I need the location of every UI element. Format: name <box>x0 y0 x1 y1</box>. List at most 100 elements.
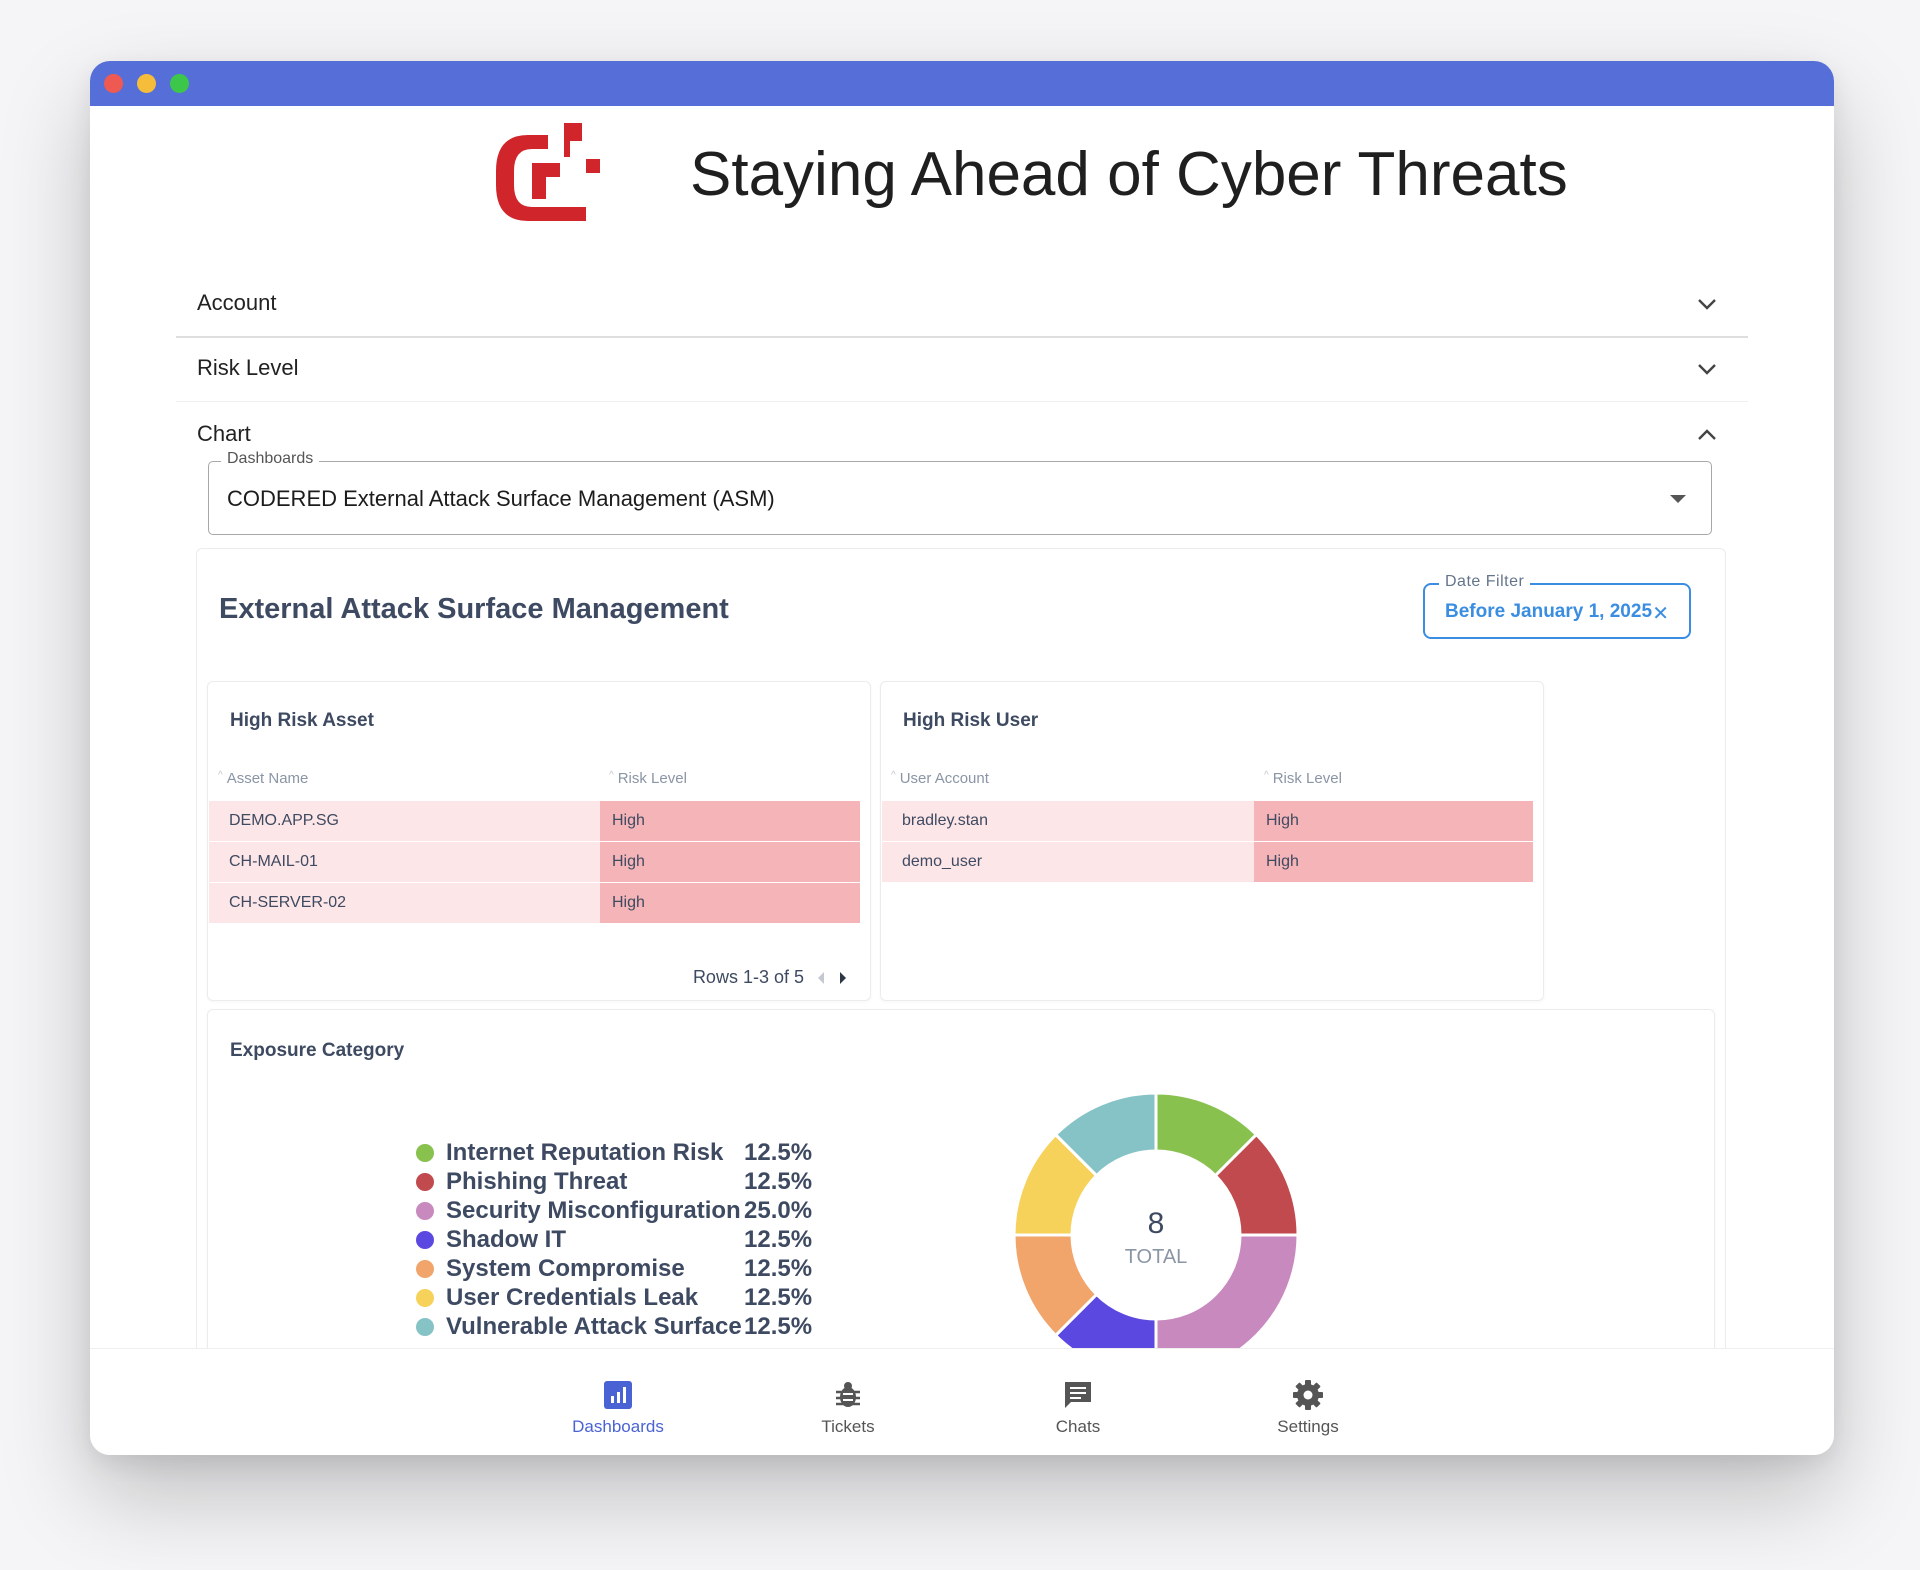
previous-page-icon[interactable] <box>816 971 826 985</box>
legend-item[interactable]: Phishing Threat 12.5% <box>416 1167 812 1196</box>
codered-logo <box>496 123 600 221</box>
legend-item[interactable]: Internet Reputation Risk 12.5% <box>416 1138 812 1167</box>
chevron-down-icon <box>1698 299 1716 310</box>
nav-settings-label: Settings <box>1277 1417 1339 1436</box>
sort-icon: ^ <box>218 770 223 781</box>
accordion-risk-level[interactable]: Risk Level <box>176 336 1748 400</box>
date-filter-label: Date Filter <box>1439 573 1531 591</box>
legend-item[interactable]: User Credentials Leak 12.5% <box>416 1283 812 1312</box>
accordion-chart-label: Chart <box>197 421 251 446</box>
dashboards-select[interactable]: Dashboards CODERED External Attack Surfa… <box>208 450 1712 535</box>
accordion-account-label: Account <box>197 290 277 315</box>
bug-icon <box>836 1382 860 1407</box>
pagination: Rows 1-3 of 5 <box>693 967 848 988</box>
nav-chats[interactable]: Chats <box>998 1377 1158 1437</box>
risk-level-cell: High <box>600 801 860 841</box>
chart-legend: Internet Reputation Risk 12.5% Phishing Th… <box>416 1138 812 1341</box>
accordion-account[interactable]: Account <box>176 271 1748 335</box>
donut-total-label: TOTAL <box>1125 1246 1188 1268</box>
app-title: Staying Ahead of Cyber Threats <box>690 140 1568 209</box>
app-window: Staying Ahead of Cyber Threats Account R… <box>90 61 1834 1455</box>
asset-name-cell: CH-SERVER-02 <box>209 883 600 923</box>
legend-label: System Compromise <box>446 1254 685 1282</box>
sort-icon: ^ <box>1264 770 1269 781</box>
donut-total-value: 8 <box>1148 1207 1165 1240</box>
nav-settings[interactable]: Settings <box>1228 1377 1388 1437</box>
risk-level-cell: High <box>600 842 860 882</box>
gear-icon <box>1293 1380 1323 1410</box>
table-row[interactable]: DEMO.APP.SG High <box>209 801 860 841</box>
date-filter-chip[interactable]: Date Filter Before January 1, 2025 ✕ <box>1423 573 1691 639</box>
dashboards-select-label: Dashboards <box>221 450 320 468</box>
user-account-cell: demo_user <box>882 842 1254 882</box>
table-row[interactable]: bradley.stan High <box>882 801 1533 841</box>
legend-item[interactable]: Vulnerable Attack Surface 12.5% <box>416 1312 812 1341</box>
asset-name-cell: CH-MAIL-01 <box>209 842 600 882</box>
close-icon[interactable]: ✕ <box>1652 601 1669 626</box>
legend-label: Vulnerable Attack Surface <box>446 1312 742 1340</box>
high-risk-user-panel: High Risk User ^ User Account ^ Risk Level… <box>880 681 1544 1001</box>
legend-swatch <box>416 1201 434 1220</box>
column-header-asset-name[interactable]: ^ Asset Name <box>218 770 308 787</box>
legend-label: Internet Reputation Risk <box>446 1138 724 1166</box>
bottom-navigation: Dashboards Tickets Chats Settings <box>90 1348 1834 1455</box>
chat-icon <box>1065 1382 1091 1408</box>
dashboards-select-value: CODERED External Attack Surface Manageme… <box>227 486 775 511</box>
legend-label: Security Misconfiguration <box>446 1196 741 1224</box>
column-header-risk-level[interactable]: ^ Risk Level <box>1264 770 1342 787</box>
pagination-text: Rows 1-3 of 5 <box>692 967 804 987</box>
caret-down-icon <box>1670 495 1686 503</box>
legend-swatch <box>416 1172 434 1191</box>
high-risk-asset-title: High Risk Asset <box>230 710 374 731</box>
legend-label: User Credentials Leak <box>446 1283 699 1311</box>
next-page-icon[interactable] <box>838 971 848 985</box>
table-row[interactable]: CH-MAIL-01 High <box>209 842 860 882</box>
legend-label: Phishing Threat <box>446 1167 628 1195</box>
legend-swatch <box>416 1317 434 1336</box>
legend-swatch <box>416 1230 434 1249</box>
nav-chats-label: Chats <box>1055 1417 1101 1436</box>
high-risk-user-title: High Risk User <box>903 710 1039 731</box>
legend-item[interactable]: Shadow IT 12.5% <box>416 1225 812 1254</box>
legend-value: 25.0% <box>744 1196 813 1224</box>
legend-value: 12.5% <box>744 1312 813 1340</box>
chevron-up-icon <box>1698 429 1716 440</box>
legend-value: 12.5% <box>744 1283 813 1311</box>
accordion-risk-level-label: Risk Level <box>197 355 299 380</box>
close-window-button[interactable] <box>104 74 123 93</box>
sort-icon: ^ <box>891 770 896 781</box>
legend-item[interactable]: Security Misconfiguration 25.0% <box>416 1196 812 1225</box>
sort-icon: ^ <box>609 770 614 781</box>
legend-swatch <box>416 1143 434 1162</box>
legend-item[interactable]: System Compromise 12.5% <box>416 1254 812 1283</box>
legend-swatch <box>416 1288 434 1307</box>
dashboard-title: External Attack Surface Management <box>219 593 729 625</box>
column-header-user-account[interactable]: ^ User Account <box>891 770 989 787</box>
dashboard-card: External Attack Surface Management Date … <box>196 548 1726 1448</box>
chevron-down-icon <box>1698 364 1716 375</box>
accordion-chart[interactable]: Chart <box>176 402 1748 466</box>
exposure-donut-chart: 8 TOTAL <box>1012 1091 1300 1379</box>
asset-name-cell: DEMO.APP.SG <box>209 801 600 841</box>
legend-value: 12.5% <box>744 1138 813 1166</box>
legend-swatch <box>416 1259 434 1278</box>
maximize-window-button[interactable] <box>170 74 189 93</box>
table-row[interactable]: demo_user High <box>882 842 1533 882</box>
window-titlebar <box>90 61 1834 106</box>
table-row[interactable]: CH-SERVER-02 High <box>209 883 860 923</box>
risk-level-cell: High <box>1254 842 1533 882</box>
risk-level-cell: High <box>600 883 860 923</box>
exposure-category-title: Exposure Category <box>230 1040 405 1061</box>
minimize-window-button[interactable] <box>137 74 156 93</box>
legend-value: 12.5% <box>744 1167 813 1195</box>
risk-level-cell: High <box>1254 801 1533 841</box>
nav-dashboards-label: Dashboards <box>572 1417 664 1436</box>
user-account-cell: bradley.stan <box>882 801 1254 841</box>
legend-label: Shadow IT <box>446 1225 566 1253</box>
nav-tickets[interactable]: Tickets <box>768 1377 928 1437</box>
legend-value: 12.5% <box>744 1225 813 1253</box>
bar-chart-icon <box>604 1381 632 1409</box>
nav-dashboards[interactable]: Dashboards <box>538 1377 698 1437</box>
high-risk-asset-panel: High Risk Asset ^ Asset Name ^ Risk Level … <box>207 681 871 1001</box>
column-header-risk-level[interactable]: ^ Risk Level <box>609 770 687 787</box>
